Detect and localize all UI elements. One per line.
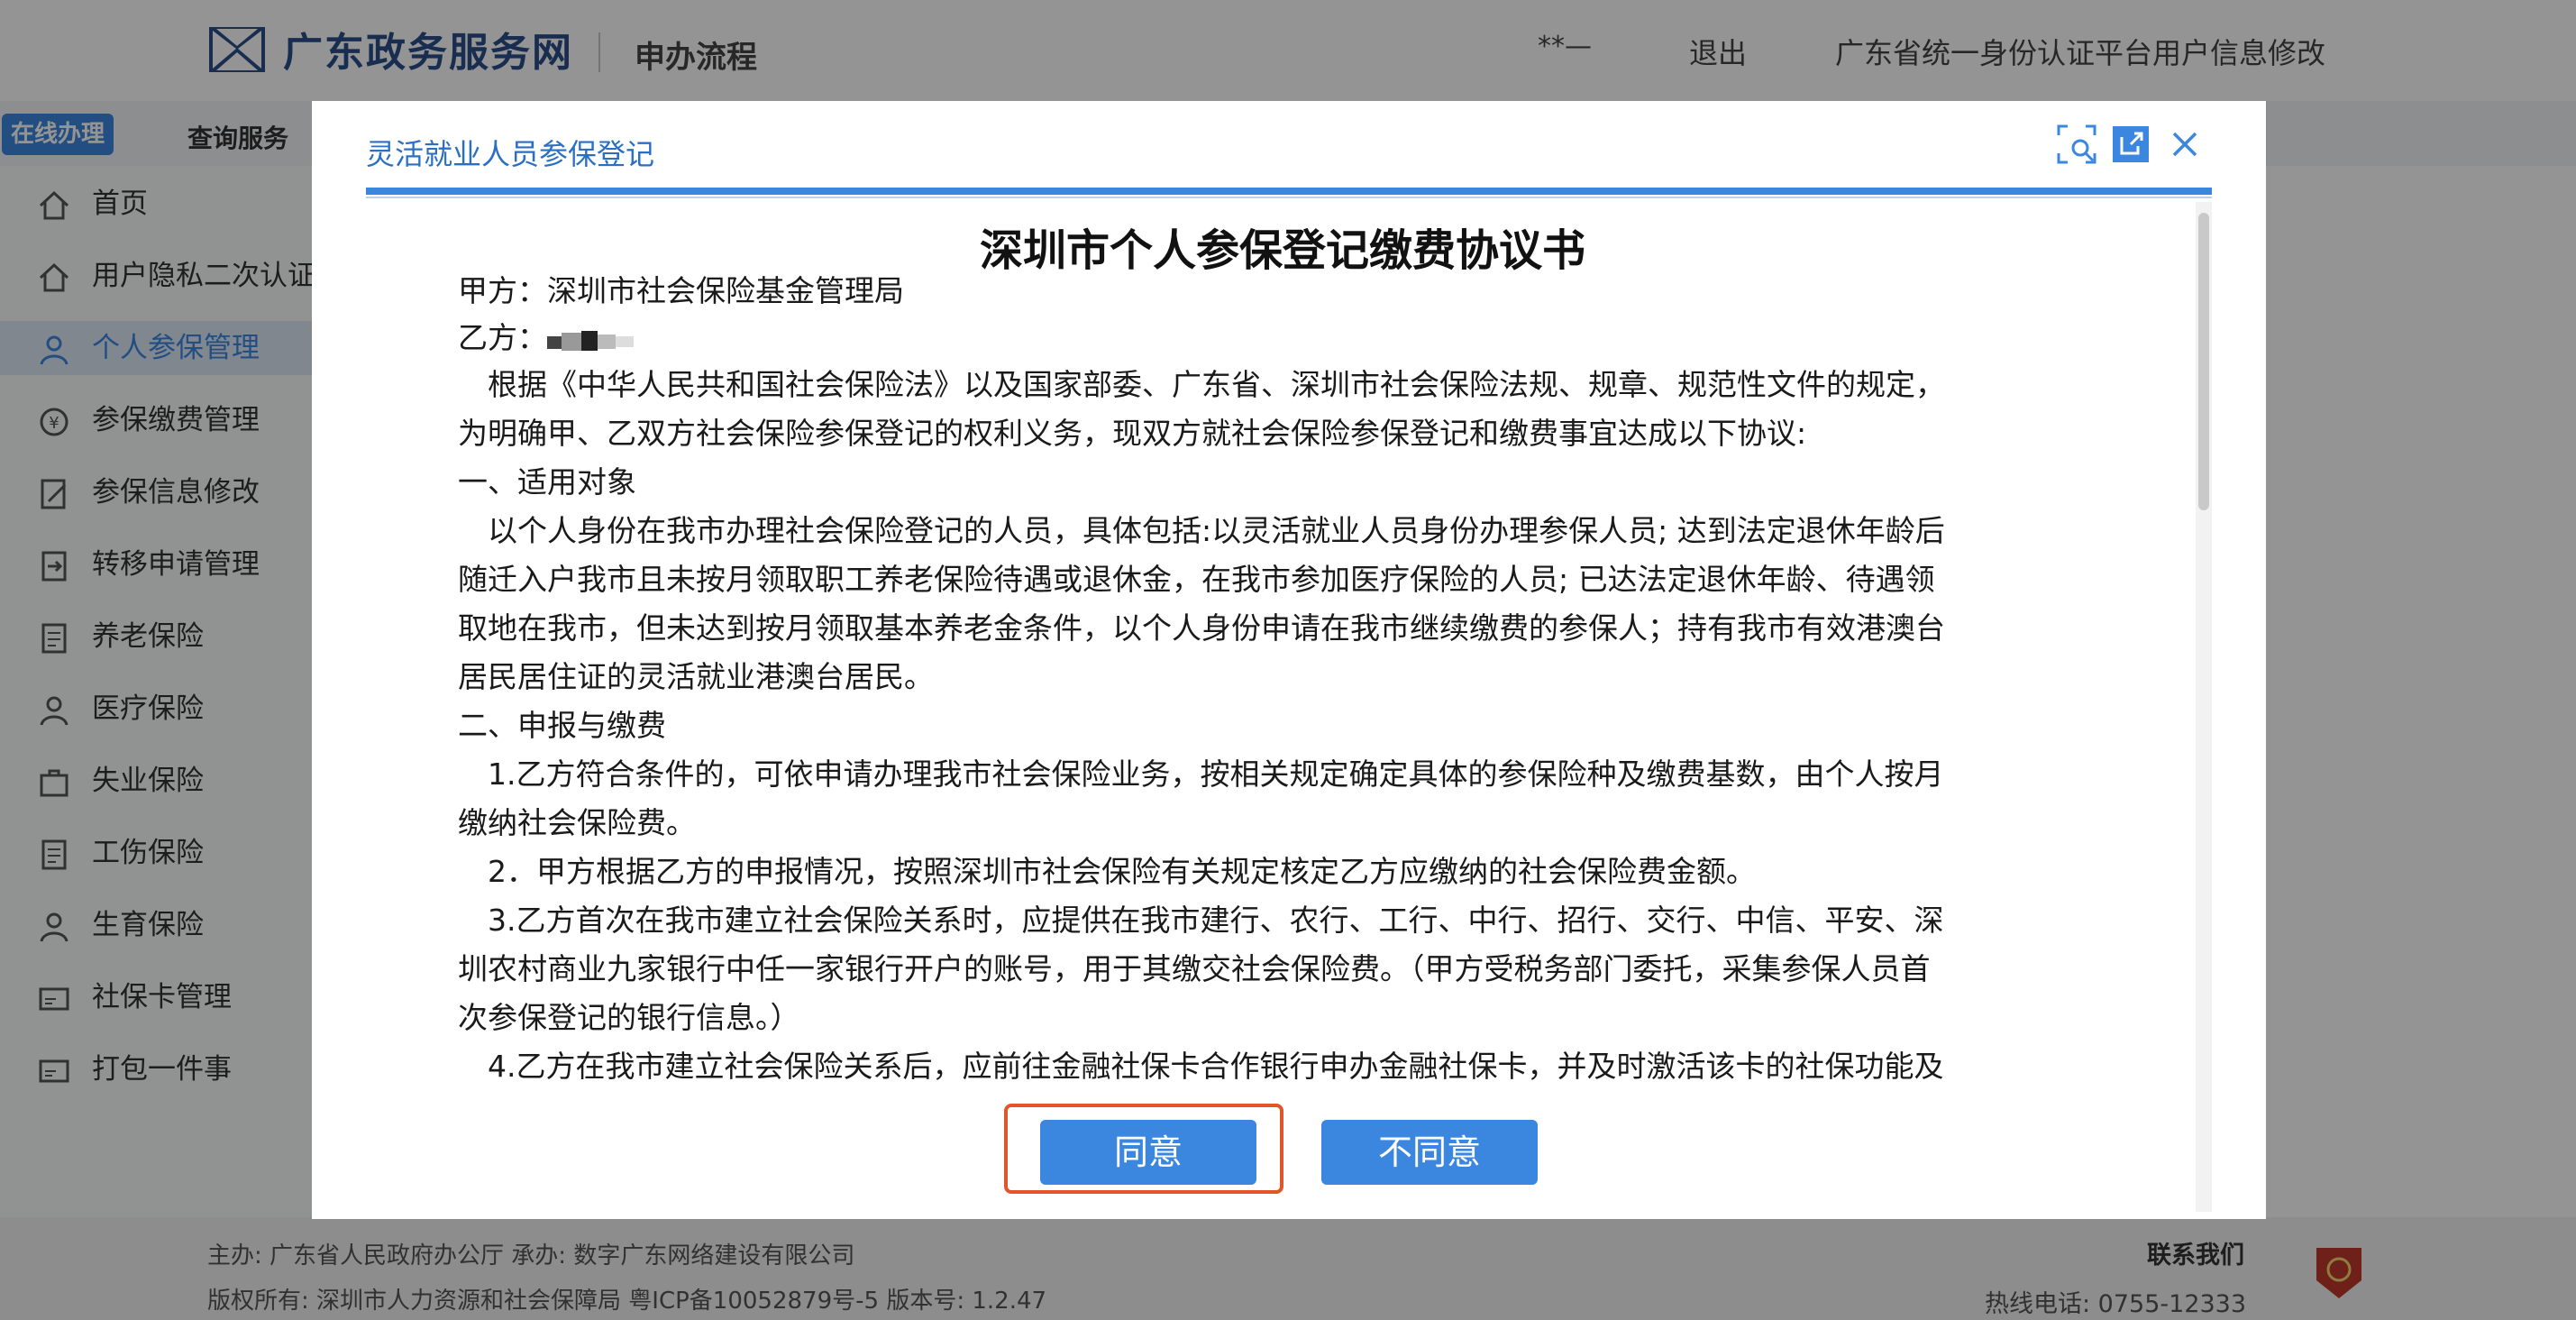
document-paragraph-line: 为明确甲、乙双方社会保险参保登记的权利义务，现双方就社会保险参保登记和缴费事宜达… [458,416,1807,451]
document-paragraph-line: 1.乙方符合条件的，可依申请办理我市社会保险业务，按相关规定确定具体的参保险种及… [458,756,1944,792]
document-paragraph-line: 次参保登记的银行信息。） [458,1000,800,1035]
document-paragraph-line: 3.乙方首次在我市建立社会保险关系时，应提供在我市建行、农行、工行、中行、招行、… [458,903,1944,938]
agreement-document[interactable]: 深圳市个人参保登记缴费协议书 甲方：深圳市社会保险基金管理局 乙方： 根据《中华… [366,202,2199,1212]
modal-title: 灵活就业人员参保登记 [366,137,655,171]
close-icon[interactable] [2163,123,2206,166]
document-paragraph-line: 2．甲方根据乙方的申报情况，按照深圳市社会保险有关规定核定乙方应缴纳的社会保险费… [458,854,1756,889]
party-b: 乙方： [458,314,2098,357]
modal-title-underline [366,188,2212,195]
section-heading: 二、申报与缴费 [458,708,666,743]
redacted-name-mark [547,330,634,351]
party-a: 甲方：深圳市社会保险基金管理局 [458,273,904,308]
fullscreen-icon[interactable] [2055,123,2098,166]
document-paragraph-line: 圳农村商业九家银行中任一家银行开户的账号，用于其缴交社会保险费。（甲方受税务部门… [458,951,1931,986]
document-paragraph-line: 根据《中华人民共和国社会保险法》以及国家部委、广东省、深圳市社会保险法规、规章、… [458,367,1945,402]
open-external-icon[interactable] [2109,123,2152,166]
modal-title-underline-light [366,197,2212,198]
disagree-button[interactable]: 不同意 [1321,1120,1538,1185]
document-paragraph-line: 以个人身份在我市办理社会保险登记的人员，具体包括:以灵活就业人员身份办理参保人员… [458,513,1945,548]
document-paragraph-line: 缴纳社会保险费。 [458,805,696,840]
document-paragraph-line: 4.乙方在我市建立社会保险关系后，应前往金融社保卡合作银行申办金融社保卡，并及时… [458,1049,1944,1084]
document-paragraph-line: 随迁入户我市且未按月领取职工养老保险待遇或退休金，在我市参加医疗保险的人员; 已… [458,562,1935,597]
document-paragraph-line: 取地在我市，但未达到按月领取基本养老金条件，以个人身份申请在我市继续缴费的参保人… [458,610,1945,646]
section-heading: 一、适用对象 [458,464,636,500]
agreement-modal: 灵活就业人员参保登记 深圳市个人参保登记缴费协议书 甲方：深圳市社会保险基金管理… [312,101,2266,1219]
document-scrollbar[interactable] [2196,202,2212,1212]
agree-button[interactable]: 同意 [1040,1120,1256,1185]
party-b-label: 乙方： [458,320,547,355]
scrollbar-thumb[interactable] [2198,213,2209,510]
document-paragraph-line: 居民居住证的灵活就业港澳台居民。 [458,659,934,694]
